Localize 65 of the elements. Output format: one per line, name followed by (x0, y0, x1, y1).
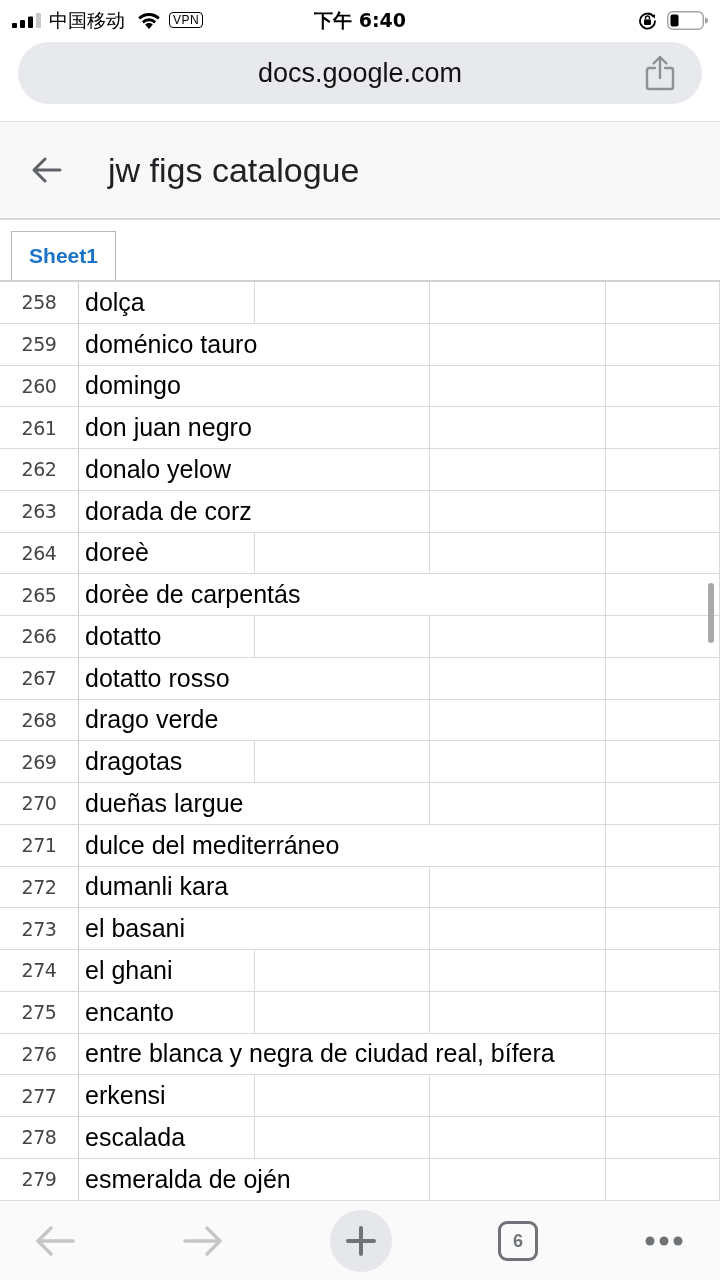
row-number: 265 (0, 574, 79, 615)
table-cell[interactable]: doreè (79, 532, 255, 574)
row-number: 260 (0, 365, 79, 407)
table-cell[interactable]: entre blanca y negra de ciudad real, bífera (79, 1033, 606, 1075)
row-number: 275 (0, 991, 79, 1033)
row-number: 271 (0, 824, 79, 866)
wifi-icon (137, 11, 161, 29)
table-cell[interactable]: el ghani (79, 950, 255, 991)
table-cell[interactable]: dulce del mediterráneo (79, 824, 606, 866)
arrow-right-icon (183, 1225, 223, 1256)
row-number: 279 (0, 1158, 79, 1200)
table-cell[interactable]: dotatto rosso (79, 657, 430, 699)
table-cell[interactable]: dueñas largue (79, 783, 430, 824)
status-time: 下午 6:40 (314, 10, 406, 30)
address-bar[interactable]: docs.google.com (18, 42, 702, 104)
document-title: jw figs catalogue (108, 153, 360, 187)
row-number: 258 (0, 282, 79, 323)
row-number: 262 (0, 449, 79, 490)
sheet-tab[interactable]: Sheet1 (11, 231, 116, 280)
table-cell[interactable]: dragotas (79, 741, 255, 782)
carrier-name: 中国移动 (49, 10, 125, 30)
row-number: 278 (0, 1117, 79, 1158)
battery-icon (667, 10, 708, 30)
row-number: 267 (0, 657, 79, 699)
table-cell[interactable]: esmeralda de ojén (79, 1158, 430, 1200)
row-number: 277 (0, 1075, 79, 1116)
back-button[interactable] (32, 157, 62, 183)
arrow-left-icon (35, 1225, 75, 1256)
table-cell[interactable]: dorèe de carpentás (79, 574, 606, 615)
share-button[interactable] (645, 55, 675, 91)
table-cell[interactable]: don juan negro (79, 407, 430, 448)
row-number: 274 (0, 950, 79, 991)
rotation-lock-icon (638, 10, 657, 30)
row-number: 272 (0, 866, 79, 908)
table-cell[interactable]: encanto (79, 991, 255, 1033)
vpn-indicator: VPN (169, 12, 204, 28)
table-cell[interactable]: dumanli kara (79, 866, 430, 908)
row-number: 270 (0, 783, 79, 824)
row-number: 264 (0, 532, 79, 574)
row-number: 266 (0, 616, 79, 657)
row-number: 261 (0, 407, 79, 448)
plus-icon (346, 1225, 376, 1256)
row-number: 276 (0, 1033, 79, 1075)
table-cell[interactable]: dotatto (79, 616, 255, 657)
row-number: 259 (0, 323, 79, 365)
table-cell[interactable]: erkensi (79, 1075, 255, 1116)
table-cell[interactable]: dolça (79, 282, 255, 323)
more-dots-icon (645, 1235, 683, 1246)
table-cell[interactable]: dorada de corz (79, 490, 430, 532)
back-arrow-icon (32, 157, 62, 183)
scroll-bar (708, 583, 714, 643)
share-icon (645, 55, 675, 91)
row-number: 268 (0, 699, 79, 741)
table-cell[interactable]: escalada (79, 1117, 255, 1158)
tabs-button[interactable]: 6 (498, 1220, 538, 1261)
table-cell[interactable]: donalo yelow (79, 449, 430, 490)
table-cell[interactable]: drago verde (79, 699, 430, 741)
row-number: 273 (0, 908, 79, 949)
row-number: 263 (0, 490, 79, 532)
table-cell[interactable]: doménico tauro (79, 323, 430, 365)
table-cell[interactable]: el basani (79, 908, 430, 949)
row-number: 269 (0, 741, 79, 782)
url-text: docs.google.com (257, 59, 463, 87)
table-cell[interactable]: domingo (79, 365, 430, 407)
signal-icon (12, 12, 41, 28)
